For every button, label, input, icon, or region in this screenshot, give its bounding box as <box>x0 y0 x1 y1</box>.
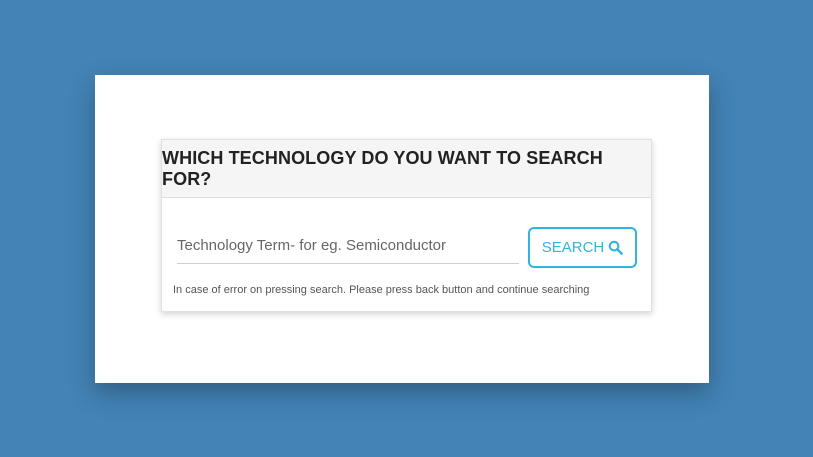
search-icon <box>608 240 624 255</box>
page-frame: WHICH TECHNOLOGY DO YOU WANT TO SEARCH F… <box>95 75 709 383</box>
page-title: WHICH TECHNOLOGY DO YOU WANT TO SEARCH F… <box>162 147 603 189</box>
search-button[interactable]: SEARCH <box>528 227 637 268</box>
card-header: WHICH TECHNOLOGY DO YOU WANT TO SEARCH F… <box>162 140 651 198</box>
search-card: WHICH TECHNOLOGY DO YOU WANT TO SEARCH F… <box>161 139 652 312</box>
search-input[interactable] <box>177 228 519 264</box>
error-hint-text: In case of error on pressing search. Ple… <box>173 284 590 296</box>
card-body: SEARCH In case of error on pressing sear… <box>162 198 651 312</box>
search-button-label: SEARCH <box>541 239 605 256</box>
